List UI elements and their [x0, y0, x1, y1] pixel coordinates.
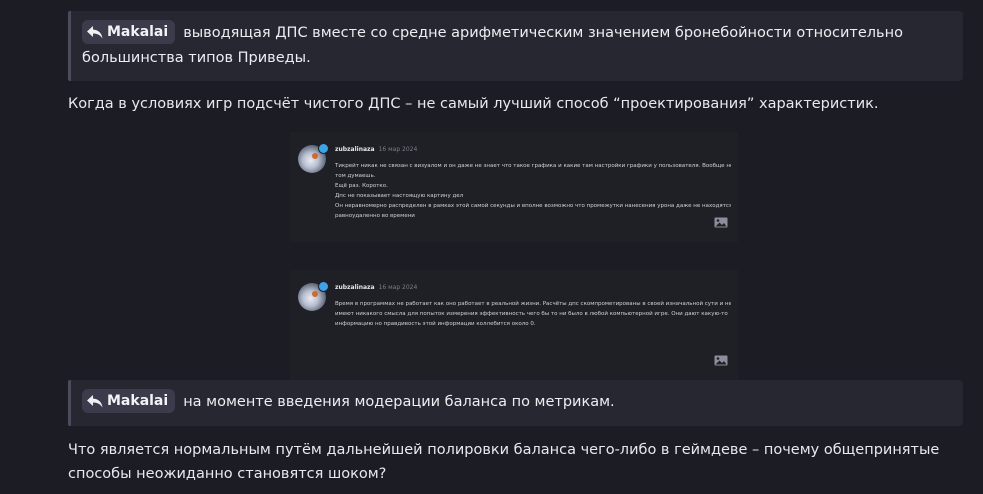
- embedded-screenshot[interactable]: zubzalinaza 16 мар 2024 Тикрейт никак не …: [290, 132, 738, 242]
- screenshot-header: zubzalinaza 16 мар 2024: [335, 283, 417, 293]
- message-paragraph: Когда в условиях игр подсчёт чистого ДПС…: [68, 96, 879, 112]
- screenshot-line: Ещё раз. Коротко.: [335, 183, 388, 189]
- reply-arrow-icon: [87, 25, 103, 38]
- screenshot-line: имеют никакого смысла для попыток измере…: [335, 311, 728, 317]
- reply-mention[interactable]: Makalai: [82, 389, 176, 413]
- screenshot-line: Время в программах не работает как оно р…: [335, 301, 731, 307]
- screenshot-header: zubzalinaza 16 мар 2024: [335, 145, 417, 155]
- screenshot-author: zubzalinaza: [335, 146, 375, 153]
- quote-text: на моменте введения модерации баланса по…: [183, 394, 615, 410]
- reply-mention[interactable]: Makalai: [82, 20, 176, 44]
- screenshot-message: Тикрейт никак не связан с визуалом и он …: [335, 161, 731, 221]
- quote-text: выводящая ДПС вместе со средне арифметич…: [82, 25, 903, 66]
- status-badge: [318, 281, 329, 292]
- image-icon: [714, 217, 728, 228]
- mention-name: Makalai: [107, 392, 169, 409]
- embedded-screenshot[interactable]: zubzalinaza 16 мар 2024 Время в программа…: [290, 270, 738, 380]
- avatar: [298, 143, 329, 173]
- quote-block: Makalai на моменте введения модерации ба…: [68, 380, 963, 426]
- message-paragraph: Что является нормальным путём дальнейшей…: [68, 442, 940, 482]
- mention-name: Makalai: [107, 23, 169, 40]
- status-badge: [318, 143, 329, 154]
- screenshot-line: равноудаленно во времени: [335, 213, 415, 219]
- reply-arrow-icon: [87, 394, 103, 407]
- avatar: [298, 281, 329, 311]
- page: Makalai выводящая ДПС вместе со средне а…: [0, 0, 983, 494]
- screenshot-date: 16 мар 2024: [378, 146, 418, 153]
- screenshot-line: Дпс не показывает настоящую картину дел: [335, 193, 464, 199]
- quote-block: Makalai выводящая ДПС вместе со средне а…: [68, 11, 963, 81]
- screenshot-line: том думаешь.: [335, 173, 376, 179]
- screenshot-date: 16 мар 2024: [378, 284, 418, 291]
- screenshot-author: zubzalinaza: [335, 284, 375, 291]
- screenshot-message: Время в программах не работает как оно р…: [335, 299, 731, 329]
- screenshot-line: Тикрейт никак не связан с визуалом и он …: [335, 163, 731, 169]
- screenshot-line: Он неравномерно распределен в рамках это…: [335, 203, 731, 209]
- screenshot-line: информацию но правдивость этой информаци…: [335, 321, 536, 327]
- image-icon: [714, 355, 728, 366]
